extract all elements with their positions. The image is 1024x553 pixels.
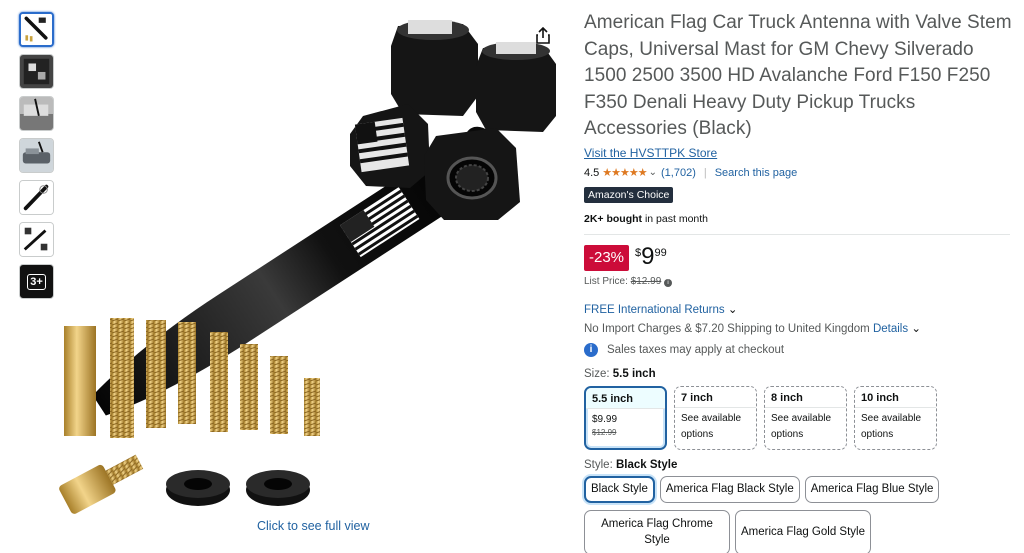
price-whole: 9: [641, 242, 655, 270]
size-option-line2: options: [681, 428, 714, 440]
free-returns-label: FREE International Returns: [584, 303, 725, 316]
price-row: -23% $ 9 99: [584, 242, 1014, 272]
size-option-body: $9.99 $12.99: [586, 409, 665, 440]
amazons-choice-badge: Amazon's Choice: [584, 186, 674, 203]
size-option-line1: See available: [681, 412, 742, 424]
size-option-name: 8 inch: [765, 386, 846, 408]
size-option-line2: options: [861, 428, 894, 440]
size-option-body: See available options: [855, 408, 936, 446]
rating-row: 4.5 ★★★★★ ⌄ (1,702) | Search this page: [584, 166, 1014, 180]
size-selected-value: 5.5 inch: [612, 367, 656, 380]
style-option-black-style[interactable]: Black Style: [584, 475, 655, 503]
list-price-label: List Price:: [584, 275, 631, 287]
size-label: Size: 5.5 inch: [584, 368, 1014, 380]
size-option-5-5-inch[interactable]: 5.5 inch $9.99 $12.99: [584, 385, 667, 450]
separator: |: [703, 166, 707, 179]
divider: [584, 233, 1010, 235]
size-option-line1: See available: [771, 412, 832, 424]
thumbnail-3[interactable]: [19, 96, 54, 131]
more-images-label: 3+: [27, 273, 46, 290]
size-label-prefix: Size:: [584, 367, 613, 380]
list-price: List Price: $12.99 i: [584, 276, 1014, 287]
style-option-america-flag-chrome[interactable]: America Flag Chrome Style: [584, 509, 730, 553]
size-option-body: See available options: [675, 408, 756, 446]
share-button[interactable]: [530, 22, 556, 48]
chevron-down-icon[interactable]: ⌄: [911, 323, 921, 335]
style-label: Style: Black Style: [584, 459, 1014, 471]
bought-count: 2K+ bought: [584, 212, 643, 225]
info-icon[interactable]: i: [664, 278, 673, 287]
style-option-america-flag-gold[interactable]: America Flag Gold Style: [735, 509, 871, 553]
free-returns-link[interactable]: FREE International Returns ⌄: [584, 302, 1014, 316]
more-images-button[interactable]: 3+: [19, 264, 54, 299]
size-options: 5.5 inch $9.99 $12.99 7 inch See availab…: [584, 385, 1014, 450]
style-options: Black Style America Flag Black Style Ame…: [584, 475, 1014, 553]
thumbnail-4[interactable]: [19, 138, 54, 173]
size-option-body: See available options: [765, 408, 846, 446]
main-product-image[interactable]: [58, 6, 570, 526]
search-this-page-link[interactable]: Search this page: [715, 167, 798, 179]
style-option-america-flag-black[interactable]: America Flag Black Style: [659, 475, 800, 503]
bought-period: in past month: [642, 212, 708, 225]
shipping-info: No Import Charges & $7.20 Shipping to Un…: [584, 321, 1014, 335]
size-option-line2: options: [771, 428, 804, 440]
chevron-down-icon[interactable]: ⌄: [649, 167, 657, 178]
chevron-down-icon: ⌄: [727, 303, 738, 316]
size-option-7-inch[interactable]: 7 inch See available options: [674, 385, 757, 450]
star-rating-icon[interactable]: ★★★★★: [602, 166, 647, 179]
bought-in-past-month: 2K+ bought in past month: [584, 213, 1014, 225]
style-option-america-flag-blue[interactable]: America Flag Blue Style: [804, 475, 940, 503]
rating-value: 4.5: [584, 166, 600, 179]
sales-tax-text: Sales taxes may apply at checkout: [607, 343, 785, 356]
info-circle-icon: i: [584, 342, 598, 357]
size-option-8-inch[interactable]: 8 inch See available options: [764, 385, 847, 450]
size-option-price: $9.99: [592, 413, 618, 425]
style-label-prefix: Style:: [584, 458, 616, 471]
discount-badge: -23%: [584, 244, 630, 271]
size-option-name: 7 inch: [675, 386, 756, 408]
size-option-list-price: $12.99: [592, 427, 617, 437]
size-option-name: 10 inch: [855, 386, 936, 408]
thumbnail-strip: 3+: [19, 12, 55, 306]
product-details: American Flag Car Truck Antenna with Val…: [584, 10, 1014, 553]
thumbnail-1[interactable]: [19, 12, 54, 47]
style-selected-value: Black Style: [615, 458, 678, 471]
current-price: $ 9 99: [635, 242, 667, 270]
see-full-view-link[interactable]: Click to see full view: [257, 519, 370, 533]
list-price-value: $12.99: [630, 275, 662, 287]
thumbnail-2[interactable]: [19, 54, 54, 89]
thumbnail-5[interactable]: [19, 180, 54, 215]
shipping-details-link[interactable]: Details: [873, 323, 908, 335]
size-option-line1: See available: [861, 412, 922, 424]
shipping-text: No Import Charges & $7.20 Shipping to Un…: [584, 322, 873, 335]
price-fraction: 99: [654, 246, 667, 259]
store-link[interactable]: Visit the HVSTTPK Store: [584, 146, 717, 160]
sales-tax-notice: i Sales taxes may apply at checkout: [584, 342, 1014, 357]
product-title: American Flag Car Truck Antenna with Val…: [584, 12, 1012, 139]
size-option-name: 5.5 inch: [586, 387, 665, 409]
share-icon: [536, 26, 550, 44]
size-option-10-inch[interactable]: 10 inch See available options: [854, 385, 937, 450]
rating-count-link[interactable]: (1,702): [661, 167, 696, 179]
thumbnail-6[interactable]: [19, 222, 54, 257]
